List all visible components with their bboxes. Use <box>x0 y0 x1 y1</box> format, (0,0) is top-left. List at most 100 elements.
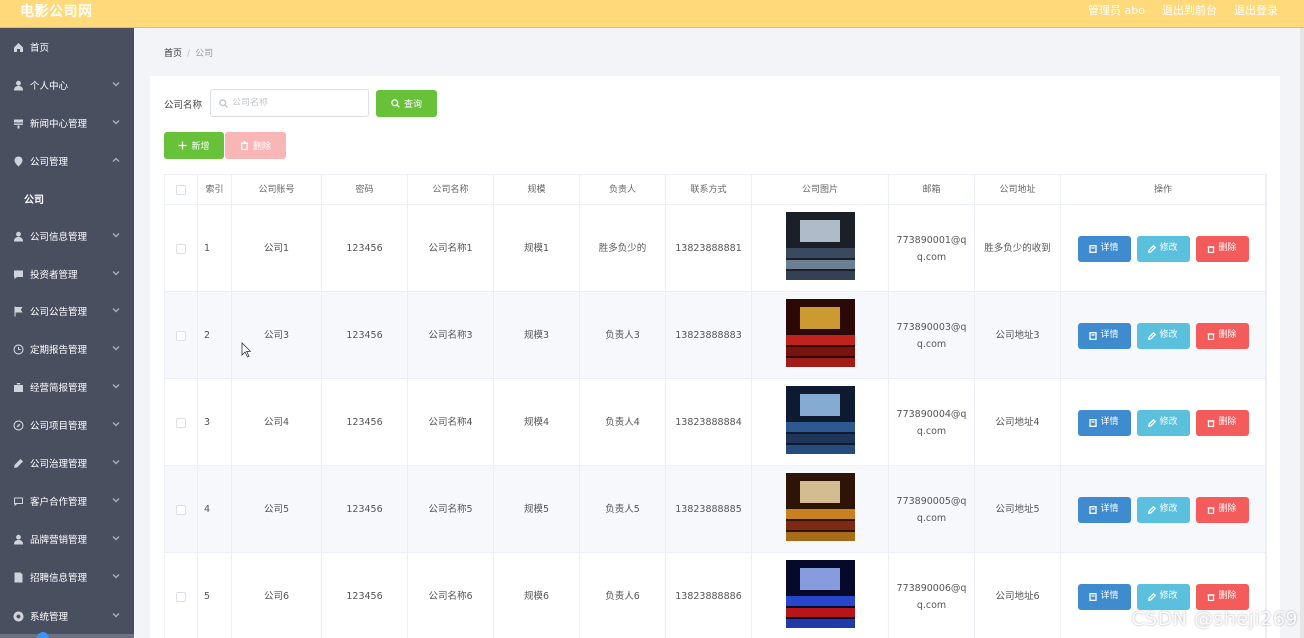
detail-button[interactable]: 详情 <box>1077 235 1131 262</box>
table-cell: 13823888883 <box>666 292 752 379</box>
page-scrollbar[interactable] <box>1300 28 1304 638</box>
table-cell <box>165 205 198 292</box>
cell-account: 公司6 <box>263 591 290 602</box>
delete-button[interactable]: 删除 <box>1195 583 1249 610</box>
sidebar-item-7[interactable]: 定期报告管理 <box>0 330 134 368</box>
clock-icon <box>13 344 24 355</box>
goto-front-link[interactable]: 退出到前台 <box>1162 2 1217 18</box>
table-row: 1 公司1 123456 公司名称1 规模1 胜多负少的 13823888881 773890… <box>165 205 1266 292</box>
sidebar-item-2[interactable]: 新闻中心管理 <box>0 104 134 142</box>
table-cell: 胜多负少的收到 <box>975 205 1061 292</box>
delete-button[interactable]: 删除 <box>1195 322 1249 349</box>
company-image <box>785 385 855 460</box>
column-header: 公司账号 <box>232 175 322 205</box>
home-icon <box>13 42 24 53</box>
sidebar-subitem-company[interactable]: 公司 <box>0 179 134 217</box>
search-input[interactable] <box>232 98 352 108</box>
chevron-down-icon <box>112 458 120 466</box>
sidebar-item-1[interactable]: 个人中心 <box>0 66 134 104</box>
sidebar-item-13[interactable]: 招聘信息管理 <box>0 558 134 596</box>
detail-button[interactable]: 详情 <box>1077 496 1131 523</box>
table-cell <box>165 466 198 553</box>
breadcrumb-home[interactable]: 首页 <box>164 49 182 59</box>
detail-button[interactable]: 详情 <box>1077 322 1131 349</box>
location-icon <box>13 156 24 167</box>
table-cell: 公司名称5 <box>408 466 494 553</box>
row-checkbox[interactable] <box>176 330 186 341</box>
chevron-down-icon <box>112 269 120 277</box>
batch-delete-button-label: 删除 <box>252 142 271 152</box>
delete-button[interactable]: 删除 <box>1195 496 1249 523</box>
table-cell: 公司6 <box>232 553 322 638</box>
delete-button-label: 删除 <box>1218 330 1237 340</box>
detail-button[interactable]: 详情 <box>1077 409 1131 436</box>
cell-address: 公司地址3 <box>995 330 1040 341</box>
table-cell: 13823888884 <box>666 379 752 466</box>
trash-icon <box>1207 332 1215 340</box>
edit-button[interactable]: 修改 <box>1136 409 1190 436</box>
cell-phone: 13823888885 <box>675 504 742 515</box>
cell-scale: 规模1 <box>523 243 550 254</box>
cell-scale: 规模6 <box>523 591 550 602</box>
sidebar-item-8[interactable]: 经营简报管理 <box>0 368 134 406</box>
sidebar-item-0[interactable]: 首页 <box>0 28 134 66</box>
sidebar-item-14[interactable]: 系统管理 <box>0 597 134 635</box>
sidebar-item-label: 客户合作管理 <box>30 497 88 508</box>
search-icon <box>391 99 400 108</box>
cell-email: 773890006@qq.com <box>896 582 967 611</box>
edit-button[interactable]: 修改 <box>1136 322 1190 349</box>
edit-button[interactable]: 修改 <box>1136 583 1190 610</box>
table-cell <box>752 379 889 466</box>
edit-button[interactable]: 修改 <box>1136 235 1190 262</box>
message-icon <box>13 496 24 507</box>
cell-account: 公司5 <box>263 504 290 515</box>
table-row: 2 公司3 123456 公司名称3 规模3 负责人3 13823888883 7738900… <box>165 292 1266 379</box>
cell-scale: 规模5 <box>523 504 550 515</box>
delete-button[interactable]: 删除 <box>1195 409 1249 436</box>
batch-delete-button[interactable]: 删除 <box>225 132 286 159</box>
sidebar-item-4[interactable]: 公司信息管理 <box>0 217 134 255</box>
table-cell: 负责人6 <box>580 553 666 638</box>
row-checkbox[interactable] <box>176 243 186 254</box>
company-image <box>785 298 855 373</box>
search-field[interactable] <box>210 89 369 117</box>
row-checkbox[interactable] <box>176 591 186 602</box>
cell-manager: 负责人5 <box>605 504 640 515</box>
edit-button[interactable]: 修改 <box>1136 496 1190 523</box>
add-button[interactable]: 新增 <box>164 132 224 159</box>
query-button[interactable]: 查询 <box>376 90 437 117</box>
edit-icon <box>13 458 24 469</box>
table-cell: 规模3 <box>494 292 580 379</box>
sidebar-item-10[interactable]: 公司治理管理 <box>0 444 134 482</box>
cell-scale: 规模3 <box>523 330 550 341</box>
sidebar-item-6[interactable]: 公司公告管理 <box>0 292 134 330</box>
cell-phone: 13823888881 <box>675 243 742 254</box>
sidebar-item-11[interactable]: 客户合作管理 <box>0 482 134 520</box>
row-checkbox[interactable] <box>176 417 186 428</box>
table-cell: 规模4 <box>494 379 580 466</box>
sidebar-item-12[interactable]: 品牌营销管理 <box>0 520 134 558</box>
row-checkbox[interactable] <box>176 504 186 515</box>
plus-icon <box>178 141 188 150</box>
sidebar-item-3[interactable]: 公司管理 <box>0 142 134 180</box>
table-cell: 详情 修改 删除 <box>1061 466 1266 553</box>
sidebar-item-9[interactable]: 公司项目管理 <box>0 406 134 444</box>
detail-button[interactable]: 详情 <box>1077 583 1131 610</box>
select-all-header[interactable] <box>165 175 198 205</box>
select-all-checkbox[interactable] <box>176 185 186 195</box>
chevron-down-icon <box>112 534 120 542</box>
chevron-up-icon <box>112 156 120 164</box>
delete-button-label: 删除 <box>1218 504 1237 514</box>
cell-index: 1 <box>204 243 211 254</box>
detail-button-label: 详情 <box>1100 243 1119 253</box>
cell-phone: 13823888886 <box>675 591 742 602</box>
delete-button[interactable]: 删除 <box>1195 235 1249 262</box>
logout-link[interactable]: 退出登录 <box>1234 2 1278 18</box>
table-cell: 公司1 <box>232 205 322 292</box>
cell-manager: 胜多负少的 <box>598 243 647 254</box>
sidebar-item-5[interactable]: 投资者管理 <box>0 255 134 293</box>
cell-name: 公司名称3 <box>428 330 473 341</box>
chevron-down-icon <box>112 231 120 239</box>
cell-phone: 13823888884 <box>675 417 742 428</box>
sidebar-item-label: 公司信息管理 <box>30 232 88 243</box>
